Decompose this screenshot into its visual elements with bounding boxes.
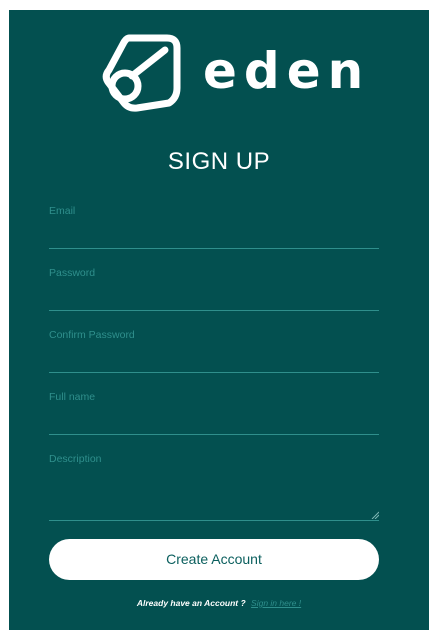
description-field: Description [49, 453, 379, 521]
password-field: Password [49, 267, 379, 311]
confirm-password-field: Confirm Password [49, 329, 379, 373]
password-label: Password [49, 267, 96, 279]
description-label: Description [49, 453, 102, 465]
full-name-input[interactable] [49, 412, 379, 432]
confirm-password-label: Confirm Password [49, 329, 135, 341]
email-input[interactable] [49, 226, 379, 246]
create-account-button[interactable]: Create Account [49, 539, 379, 580]
confirm-password-input[interactable] [49, 350, 379, 370]
signin-link[interactable]: Sign in here ! [251, 598, 301, 608]
resize-grip-icon[interactable] [371, 511, 379, 519]
page-title: SIGN UP [167, 148, 271, 175]
signup-panel: eden SIGN UP Email Password Confirm Pass… [9, 10, 429, 630]
brand-logo: eden [99, 30, 363, 120]
email-field: Email [49, 205, 379, 249]
full-name-label: Full name [49, 391, 96, 403]
brand-name: eden [203, 42, 371, 100]
password-input[interactable] [49, 288, 379, 308]
description-textarea[interactable] [49, 474, 379, 518]
full-name-field: Full name [49, 391, 379, 435]
email-label: Email [49, 205, 76, 217]
signin-prompt-text: Already have an Account ? [136, 598, 246, 608]
signin-prompt: Already have an Account ? Sign in here ! [9, 598, 429, 608]
eden-triangle-logo-icon [102, 34, 181, 112]
